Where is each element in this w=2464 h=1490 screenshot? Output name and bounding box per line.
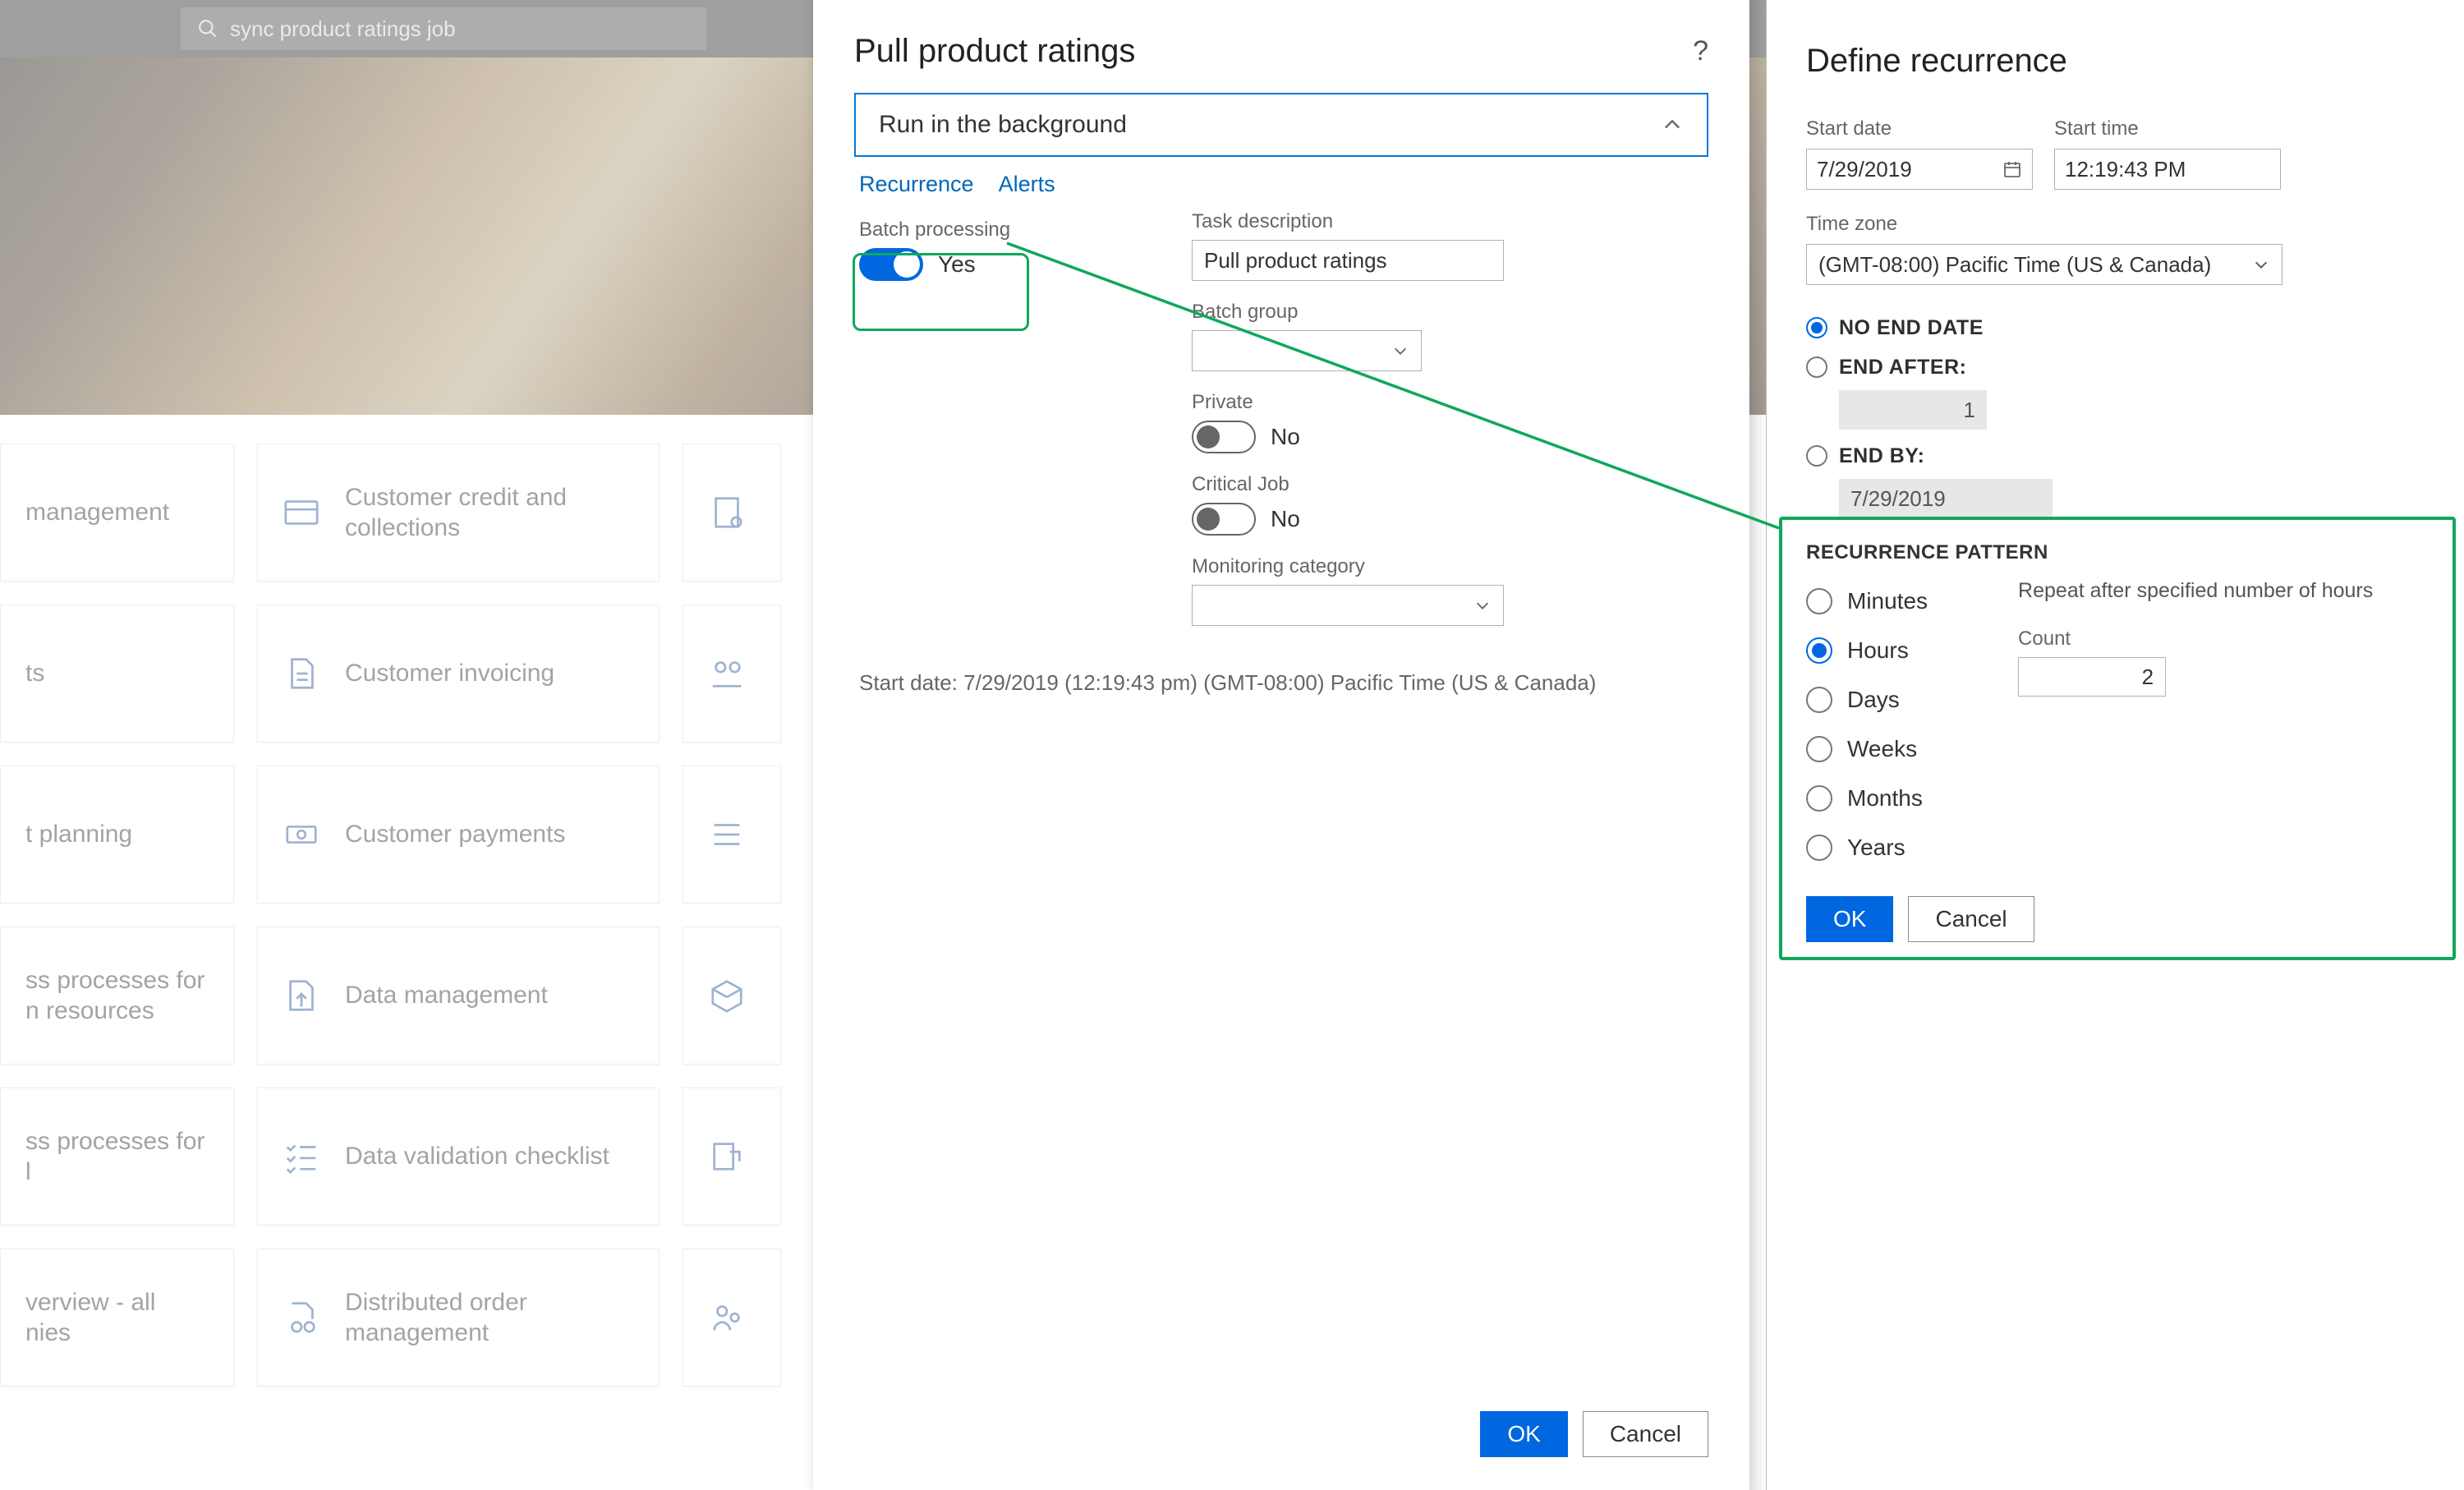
endby-label: END BY:: [1839, 444, 1924, 468]
pattern-label: Minutes: [1847, 588, 1928, 614]
endafter-value: 1: [1839, 390, 1987, 430]
batch-label: Batch processing: [859, 218, 1184, 241]
radio-icon: [1806, 356, 1827, 378]
critical-state: No: [1271, 506, 1300, 532]
pattern-label: Years: [1847, 835, 1905, 861]
accordion-run-background[interactable]: Run in the background: [854, 93, 1708, 157]
calendar-icon: [2002, 159, 2022, 179]
critical-label: Critical Job: [1192, 473, 1703, 496]
private-toggle[interactable]: [1192, 421, 1256, 453]
radio-icon: [1806, 835, 1832, 861]
tz-label: Time zone: [1806, 213, 2431, 236]
repeat-caption: Repeat after specified number of hours: [2018, 579, 2373, 603]
chevron-down-icon: [2252, 255, 2270, 274]
radio-icon: [1806, 637, 1832, 664]
batch-state: Yes: [938, 251, 976, 278]
panel-ok-button[interactable]: OK: [1480, 1411, 1567, 1457]
private-label: Private: [1192, 391, 1703, 414]
start-time-value: 12:19:43 PM: [2065, 157, 2186, 182]
endafter-label: END AFTER:: [1839, 356, 1966, 379]
tab-recurrence[interactable]: Recurrence: [859, 172, 974, 197]
starttime-label: Start time: [2054, 117, 2281, 140]
panel-title: Pull product ratings: [854, 33, 1135, 70]
start-time-input[interactable]: 12:19:43 PM: [2054, 149, 2281, 190]
endby-value: 7/29/2019: [1839, 479, 2053, 518]
panel-divider-shadow: [1749, 0, 1766, 1490]
help-icon[interactable]: ?: [1693, 35, 1708, 67]
recurrence-panel: Define recurrence Start date 7/29/2019 S…: [1766, 0, 2464, 1490]
pattern-years[interactable]: Years: [1806, 825, 1928, 870]
start-date-value: 7/29/2019: [1817, 157, 1912, 182]
radio-icon: [1806, 736, 1832, 762]
radio-icon: [1806, 687, 1832, 713]
pattern-label: Weeks: [1847, 736, 1917, 762]
radio-icon: [1806, 445, 1827, 467]
noend-option[interactable]: NO END DATE: [1806, 308, 2431, 347]
pull-ratings-panel: Pull product ratings ? Run in the backgr…: [813, 0, 1749, 1490]
startdate-label: Start date: [1806, 117, 2033, 140]
recurrence-cancel-button[interactable]: Cancel: [1908, 896, 2034, 942]
batch-toggle[interactable]: [859, 248, 923, 281]
timezone-value: (GMT-08:00) Pacific Time (US & Canada): [1818, 252, 2211, 278]
count-input[interactable]: [2018, 657, 2166, 697]
radio-icon: [1806, 588, 1832, 614]
pattern-label: Days: [1847, 687, 1900, 713]
start-date-input[interactable]: 7/29/2019: [1806, 149, 2033, 190]
pattern-minutes[interactable]: Minutes: [1806, 579, 1928, 623]
recurrence-title: Define recurrence: [1806, 43, 2431, 80]
panel-cancel-button[interactable]: Cancel: [1583, 1411, 1708, 1457]
pattern-months[interactable]: Months: [1806, 776, 1928, 821]
radio-icon: [1806, 317, 1827, 338]
pattern-heading: RECURRENCE PATTERN: [1806, 541, 2431, 564]
noend-label: NO END DATE: [1839, 316, 1984, 340]
critical-toggle[interactable]: [1192, 503, 1256, 536]
monitor-select[interactable]: [1192, 585, 1504, 626]
pattern-hours[interactable]: Hours: [1806, 628, 1928, 673]
batch-group-select[interactable]: [1192, 330, 1422, 371]
task-description-input[interactable]: [1192, 240, 1504, 281]
tab-alerts[interactable]: Alerts: [999, 172, 1055, 197]
count-label: Count: [2018, 628, 2373, 651]
task-label: Task description: [1192, 210, 1703, 233]
pattern-label: Months: [1847, 785, 1923, 812]
chevron-up-icon: [1661, 113, 1684, 136]
accordion-label: Run in the background: [879, 111, 1127, 139]
private-state: No: [1271, 424, 1300, 450]
recurrence-ok-button[interactable]: OK: [1806, 896, 1893, 942]
timezone-select[interactable]: (GMT-08:00) Pacific Time (US & Canada): [1806, 244, 2282, 285]
pattern-weeks[interactable]: Weeks: [1806, 727, 1928, 771]
batchgroup-label: Batch group: [1192, 301, 1703, 324]
pattern-label: Hours: [1847, 637, 1909, 664]
start-date-summary: Start date: 7/29/2019 (12:19:43 pm) (GMT…: [813, 646, 1749, 720]
radio-icon: [1806, 785, 1832, 812]
monitor-label: Monitoring category: [1192, 555, 1703, 578]
pattern-days[interactable]: Days: [1806, 678, 1928, 722]
endby-option[interactable]: END BY:: [1806, 436, 2431, 476]
endafter-option[interactable]: END AFTER:: [1806, 347, 2431, 387]
